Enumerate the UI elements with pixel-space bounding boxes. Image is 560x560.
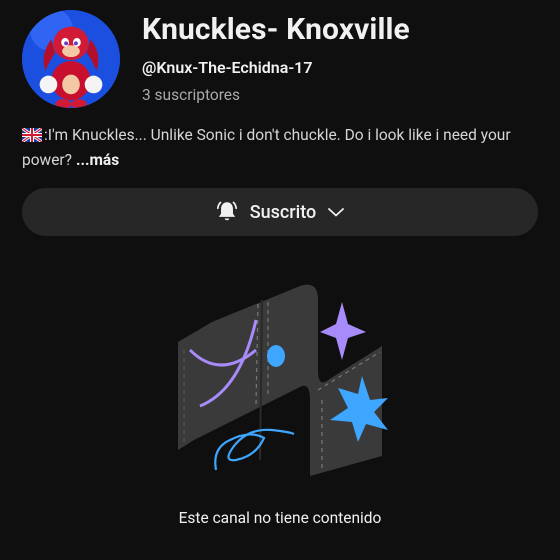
uk-flag-icon (21, 126, 43, 149)
channel-name: Knuckles- Knoxville (142, 12, 410, 47)
chevron-down-icon (328, 208, 345, 217)
subscribed-button[interactable]: Suscrito (22, 188, 538, 236)
bell-icon (216, 201, 237, 221)
subscribed-label: Suscrito (249, 201, 317, 223)
empty-state-message: Este canal no tiene contenido (178, 509, 382, 527)
channel-description[interactable]: :I'm Knuckles... Unlike Sonic i don't ch… (21, 124, 547, 172)
channel-avatar[interactable] (22, 10, 120, 108)
subscriber-count: 3 suscriptores (142, 86, 241, 104)
knuckles-avatar-icon (22, 10, 120, 108)
empty-channel-illustration (178, 284, 388, 476)
more-link[interactable]: ...más (76, 151, 119, 169)
channel-handle: @Knux-The-Echidna-17 (142, 58, 313, 77)
